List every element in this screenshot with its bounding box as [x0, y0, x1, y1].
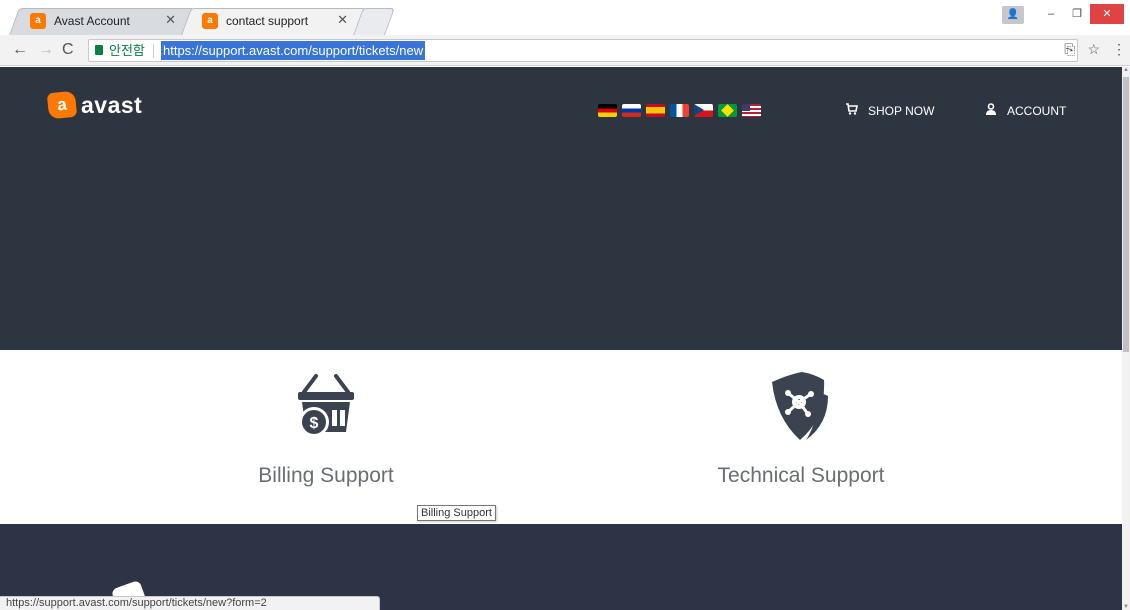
avast-logo-icon: a: [46, 90, 78, 120]
tab-title: contact support: [226, 14, 309, 28]
profile-icon[interactable]: 👤: [1002, 6, 1024, 24]
minimize-button[interactable]: –: [1038, 4, 1064, 24]
cart-icon: [845, 103, 858, 118]
close-window-button[interactable]: ✕: [1090, 4, 1124, 24]
billing-support-option[interactable]: $ Billing Support: [176, 372, 476, 488]
close-tab-icon[interactable]: ✕: [337, 12, 348, 28]
tooltip: Billing Support: [417, 505, 496, 521]
avast-logo[interactable]: a avast: [46, 90, 143, 120]
shop-now-link[interactable]: SHOP NOW: [845, 103, 934, 118]
window-controls: 👤 – ❐ ✕: [1002, 4, 1124, 26]
back-icon[interactable]: ←: [12, 41, 28, 59]
language-selector: [598, 104, 761, 117]
tab-title: Avast Account: [54, 14, 130, 28]
technical-support-option[interactable]: Technical Support: [651, 372, 951, 488]
hero-banner: a avast SHOP NOW ACCOUNT: [0, 67, 1122, 350]
avast-icon: a: [202, 13, 218, 29]
svg-text:$: $: [310, 415, 319, 432]
flag-france-icon[interactable]: [670, 104, 689, 117]
restore-button[interactable]: ❐: [1064, 4, 1090, 24]
status-bar-url: https://support.avast.com/support/ticket…: [0, 596, 380, 610]
page-content: a avast SHOP NOW ACCOUNT $ Billing Suppo…: [0, 67, 1122, 610]
shop-now-label: SHOP NOW: [868, 103, 935, 118]
flag-spain-icon[interactable]: [646, 104, 665, 117]
tab-strip: a Avast Account ✕ a contact support ✕ 👤 …: [0, 0, 1130, 35]
close-tab-icon[interactable]: ✕: [165, 12, 176, 28]
new-tab-button[interactable]: [353, 8, 395, 35]
translate-icon[interactable]: ⎘: [1064, 41, 1075, 58]
billing-support-label: Billing Support: [258, 464, 394, 487]
technical-support-label: Technical Support: [717, 464, 885, 487]
flag-germany-icon[interactable]: [598, 104, 617, 117]
forward-icon[interactable]: →: [38, 41, 54, 59]
browser-toolbar: ← → C 안전함 https://support.avast.com/supp…: [0, 35, 1130, 66]
tab-contact-support[interactable]: a contact support ✕: [181, 8, 367, 35]
bookmark-star-icon[interactable]: ☆: [1087, 41, 1100, 58]
url-text[interactable]: https://support.avast.com/support/ticket…: [161, 41, 426, 60]
scrollbar-thumb[interactable]: [1123, 77, 1129, 352]
page-scrollbar[interactable]: ▲ ▼: [1122, 67, 1130, 610]
logo-text: avast: [81, 91, 143, 118]
flag-russia-icon[interactable]: [622, 104, 641, 117]
billing-basket-icon: $: [298, 374, 354, 437]
security-label: 안전함: [109, 43, 145, 58]
reload-icon[interactable]: C: [62, 41, 74, 59]
account-label: ACCOUNT: [1007, 104, 1067, 118]
flag-brazil-icon[interactable]: [718, 104, 737, 117]
account-link[interactable]: ACCOUNT: [985, 103, 1066, 119]
lock-icon: [95, 45, 103, 55]
flag-czech-icon[interactable]: [694, 104, 713, 117]
address-bar[interactable]: 안전함 https://support.avast.com/support/ti…: [88, 39, 1078, 62]
user-icon: [985, 103, 997, 119]
shield-icon: [772, 372, 828, 440]
avast-icon: a: [30, 13, 46, 29]
flag-usa-icon[interactable]: [742, 104, 761, 117]
tab-avast-account[interactable]: a Avast Account ✕: [9, 8, 195, 35]
menu-icon[interactable]: ⋮: [1112, 41, 1126, 58]
